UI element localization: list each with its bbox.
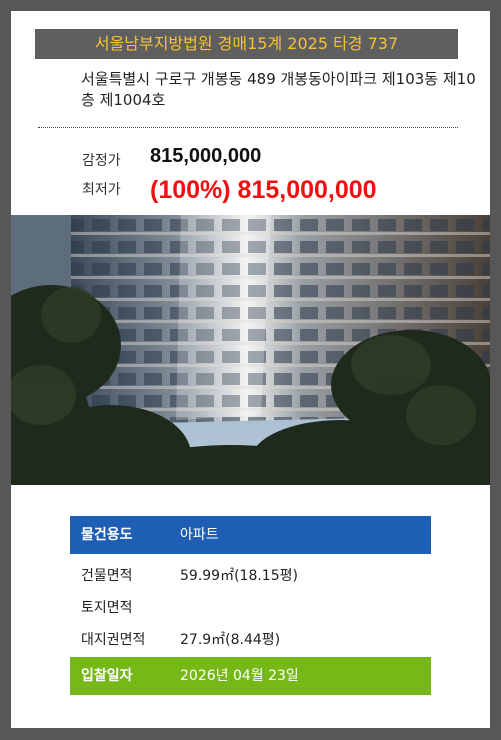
appraisal-value: 815,000,000: [150, 145, 262, 167]
land-right-area-label: 대지권면적: [81, 632, 146, 648]
usage-row: 물건용도 아파트: [70, 516, 431, 554]
bid-date-value: 2026년 04월 23일: [180, 668, 299, 684]
property-address: 서울특별시 구로구 개봉동 489 개봉동아이파크 제103동 제10층 제10…: [81, 70, 476, 109]
building-area-value: 59.99㎡(18.15평): [180, 568, 298, 584]
building-area-row: 건물면적 59.99㎡(18.15평): [70, 561, 431, 593]
appraisal-label: 감정가: [82, 153, 121, 169]
minimum-label: 최저가: [82, 182, 121, 198]
minimum-value: (100%) 815,000,000: [150, 176, 377, 204]
land-area-row: 토지면적: [70, 593, 431, 625]
apartment-building-photo: [11, 215, 490, 485]
usage-label: 물건용도: [81, 527, 133, 543]
court-case-banner: 서울남부지방법원 경매15계 2025 타경 737: [35, 29, 458, 59]
land-area-label: 토지면적: [81, 600, 133, 616]
land-right-area-value: 27.9㎡(8.44평): [180, 632, 281, 648]
divider: [38, 127, 458, 128]
auction-card: 서울남부지방법원 경매15계 2025 타경 737 서울특별시 구로구 개봉동…: [11, 11, 490, 728]
usage-value: 아파트: [180, 527, 219, 543]
bid-date-row: 입찰일자 2026년 04월 23일: [70, 657, 431, 695]
property-details-table: 물건용도 아파트 건물면적 59.99㎡(18.15평) 토지면적 대지권면적 …: [70, 516, 431, 695]
land-right-area-row: 대지권면적 27.9㎡(8.44평): [70, 625, 431, 657]
bid-date-label: 입찰일자: [81, 668, 133, 684]
building-area-label: 건물면적: [81, 568, 133, 584]
